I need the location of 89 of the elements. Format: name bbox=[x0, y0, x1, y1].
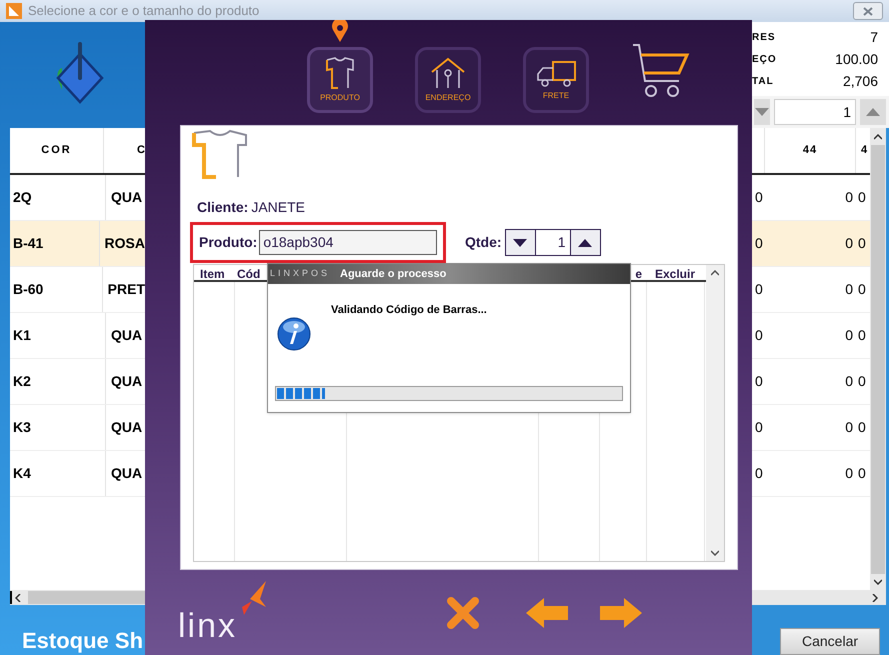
caret-icon bbox=[755, 108, 769, 116]
footer-title: Estoque Sh bbox=[22, 627, 144, 655]
dialog-message: Validando Código de Barras... bbox=[331, 303, 487, 318]
column-header: Item bbox=[199, 266, 226, 280]
shirt-icon bbox=[190, 129, 250, 181]
table-row[interactable]: K4 QUA bbox=[10, 451, 145, 497]
table-cell-text: 0 bbox=[754, 326, 764, 345]
step-button[interactable]: FRETE bbox=[523, 47, 589, 113]
house-icon bbox=[429, 56, 467, 90]
table-cell-text: 0 bbox=[754, 188, 764, 207]
table-cell-text: 0 bbox=[844, 464, 854, 483]
spark-icon bbox=[240, 580, 268, 614]
table-cell-text: 0 bbox=[844, 326, 854, 345]
table-cell-text: 0 bbox=[754, 464, 764, 483]
table-cell-text: 0 bbox=[857, 188, 867, 207]
table-cell-text: 0 bbox=[754, 418, 764, 437]
quantity-label: Qtde: bbox=[465, 233, 502, 252]
summary-value: 7 bbox=[870, 28, 878, 46]
truck-icon bbox=[535, 58, 577, 88]
table-cell-text: 0 bbox=[857, 418, 867, 437]
info-icon bbox=[277, 317, 311, 351]
table-row[interactable]: B-41 ROSA bbox=[10, 221, 145, 267]
summary-label: TAL bbox=[752, 74, 774, 88]
table-row[interactable]: B-60 PRET bbox=[10, 267, 145, 313]
table-cell-text: 0 bbox=[844, 188, 854, 207]
column-header: e bbox=[634, 266, 643, 280]
dialog-title: Aguarde o processo bbox=[340, 266, 446, 282]
table-cell-text: 0 bbox=[844, 280, 854, 299]
table-cell-text: 0 bbox=[857, 464, 867, 483]
summary-value: 2,706 bbox=[842, 72, 878, 90]
table-row[interactable]: K3 QUA bbox=[10, 405, 145, 451]
cancel-button[interactable]: Cancelar bbox=[780, 628, 880, 655]
scroll-down-icon bbox=[874, 579, 882, 585]
table-cell-text: 0 bbox=[754, 280, 764, 299]
table-cell-text: 0 bbox=[857, 280, 867, 299]
table-row[interactable]: K2 QUA bbox=[10, 359, 145, 405]
table-cell-text: 0 bbox=[754, 234, 764, 253]
table-cell-text: 0 bbox=[754, 372, 764, 391]
table-cell-text: K2 bbox=[12, 372, 32, 391]
vertical-scrollbar[interactable] bbox=[706, 265, 724, 561]
table-cell-text: 0 bbox=[857, 372, 867, 391]
brand-logo: LINXPOS bbox=[270, 267, 330, 280]
table-cell-text: B-60 bbox=[12, 280, 44, 299]
shirt-icon bbox=[323, 56, 357, 90]
table-cell-text: 0 bbox=[857, 326, 867, 345]
scroll-down-icon bbox=[711, 550, 719, 556]
table-cell-text: 0 bbox=[857, 234, 867, 253]
caret-icon bbox=[866, 108, 880, 116]
table-cell-text: 2Q bbox=[12, 188, 33, 207]
table-cell-text: 0 bbox=[844, 234, 854, 253]
table-cell-text: 0 bbox=[844, 372, 854, 391]
horizontal-scrollbar[interactable] bbox=[10, 590, 145, 605]
vertical-scrollbar[interactable] bbox=[870, 128, 886, 590]
dropdown-button[interactable] bbox=[754, 99, 770, 125]
client-name: JANETE bbox=[251, 198, 306, 217]
scroll-left-icon bbox=[15, 594, 21, 602]
product-field[interactable]: o18apb304 bbox=[259, 230, 438, 255]
close-icon bbox=[445, 594, 481, 630]
arrow-left-icon bbox=[524, 596, 570, 630]
close-button[interactable] bbox=[853, 2, 883, 20]
horizontal-scrollbar[interactable] bbox=[752, 590, 886, 605]
column-header: Cód bbox=[237, 267, 260, 281]
quantity-field[interactable]: 1 bbox=[774, 99, 856, 125]
table-cell-text: B-41 bbox=[12, 234, 44, 253]
summary-value: 100.00 bbox=[835, 50, 878, 68]
close-icon bbox=[863, 6, 873, 16]
arrow-right-icon bbox=[598, 596, 644, 630]
client-label: Cliente: bbox=[197, 198, 248, 217]
column-header: 44 bbox=[802, 143, 818, 158]
table-cell-text: K3 bbox=[12, 418, 32, 437]
column-header: Excluir bbox=[654, 266, 696, 280]
table-row[interactable]: 0 0 0 bbox=[752, 221, 870, 267]
table-cell-text: K1 bbox=[12, 326, 32, 345]
window-title: Selecione a cor e o tamanho do produto bbox=[28, 2, 260, 20]
summary-label: EÇO bbox=[752, 52, 777, 66]
table-row[interactable]: 2Q QUA bbox=[10, 175, 145, 221]
location-pin-icon bbox=[332, 20, 348, 42]
summary-label: RES bbox=[752, 30, 776, 44]
scroll-right-icon bbox=[872, 594, 878, 602]
scroll-up-icon bbox=[874, 134, 882, 140]
table-cell-text: 0 bbox=[844, 418, 854, 437]
table-row[interactable]: K1 QUA bbox=[10, 313, 145, 359]
window-icon bbox=[6, 3, 22, 19]
step-button[interactable]: ENDEREÇO bbox=[415, 47, 481, 113]
product-label: Produto: bbox=[199, 233, 258, 252]
column-header: COR bbox=[40, 143, 73, 158]
table-cell-text: K4 bbox=[12, 464, 32, 483]
scroll-up-icon bbox=[711, 270, 719, 276]
logo-text: linx bbox=[178, 606, 238, 644]
